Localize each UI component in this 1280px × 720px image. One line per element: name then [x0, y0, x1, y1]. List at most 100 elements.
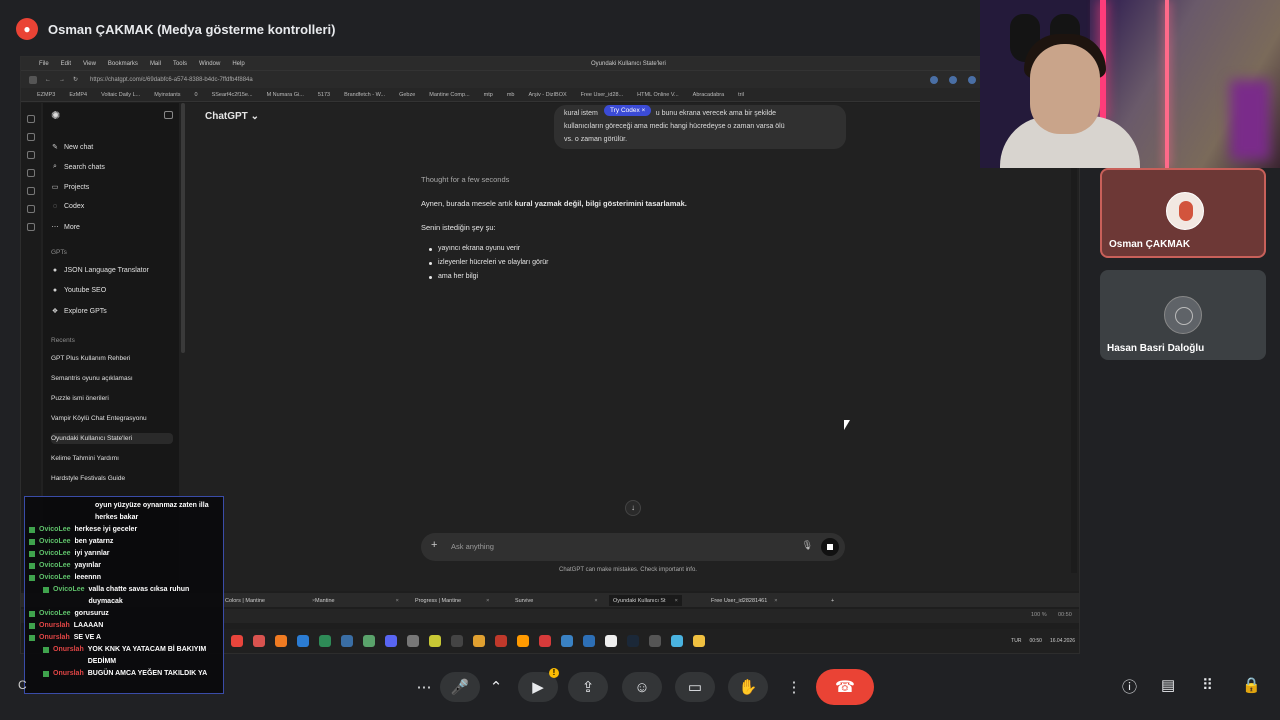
tab-label: Progress | Mantine: [415, 597, 462, 604]
chat-message-text: gorusuruz: [74, 610, 109, 617]
bookmark-item: mtp: [483, 91, 493, 98]
present-icon[interactable]: ⇪: [568, 672, 608, 702]
user-message-text: u bunu ekrana verecek ama bir şekilde: [655, 110, 777, 117]
more-horizontal-icon: ⋯: [51, 224, 59, 231]
bookmark-item: HTML Online V...: [637, 91, 679, 98]
tab-label: Mantine: [315, 597, 335, 604]
brave-icon: [275, 635, 287, 647]
browser-tab: Survive ×: [515, 595, 598, 606]
tray-lang: TUR: [1011, 638, 1022, 644]
chat-message-text: iyi yarınlar: [74, 550, 110, 557]
app-icon: [319, 635, 331, 647]
participant-tile-osman[interactable]: Osman ÇAKMAK: [1100, 168, 1266, 258]
menu-help: Help: [232, 60, 245, 67]
app-icon: [429, 635, 441, 647]
bookmark-item: Mantine Comp...: [429, 91, 470, 98]
chat-username: OvicoLee: [39, 538, 71, 545]
tab-label: Survive: [515, 597, 534, 604]
chat-message-text: ben yatarnz: [74, 538, 114, 545]
emoji-icon[interactable]: ☺: [622, 672, 662, 702]
chat-message-text: leeennn: [74, 574, 101, 581]
bookmarks-bar: EZMP3 EzMP4 Voltaic Daily L... Myinstant…: [21, 88, 1079, 102]
chat-username: Onurslah: [39, 622, 70, 629]
chat-icon[interactable]: ▤: [1161, 676, 1175, 694]
tab-label: Oyundaki Kullanıcı St: [613, 597, 666, 604]
lock-person-icon[interactable]: 🔒: [1242, 676, 1261, 694]
mic-icon[interactable]: 🎤: [440, 672, 480, 702]
user-badge-icon: [43, 647, 49, 653]
menu-file: File: [39, 60, 49, 67]
bookmark-item: Voltaic Daily L...: [101, 91, 141, 98]
webcam-feed: [980, 0, 1280, 168]
chat-message-text: oyun yüzyüze oynanmaz zaten illa herkes …: [95, 502, 209, 521]
bookmark-item: EZMP3: [37, 91, 56, 98]
gpt-label: JSON Language Translator: [64, 267, 149, 274]
meeting-controls: ⋯ 🎤 ⌃ ▶ ⇪ ☺ ▭ ✋ ⋮ ☎: [0, 660, 1280, 720]
end-call-icon[interactable]: ☎: [816, 669, 874, 705]
avatar: [1164, 296, 1202, 334]
back-icon: ←: [45, 76, 51, 83]
avatar: [1166, 192, 1204, 230]
sidebar-item-search-chats: ⌕ Search chats: [51, 163, 105, 171]
browser-tab: Mantine ×: [315, 595, 399, 606]
close-icon: ×: [486, 597, 490, 604]
rail-icon: [27, 169, 35, 177]
bookmark-item: Gebze: [399, 91, 416, 98]
chevron-up-icon[interactable]: ⌃: [486, 672, 506, 702]
browser-tab: Free User_id28281461 ×: [711, 595, 777, 606]
recent-chat-item: Semantris oyunu açıklaması: [51, 375, 133, 382]
app-icon: [407, 635, 419, 647]
stop-generating-icon: [821, 538, 839, 556]
steam-icon: [627, 635, 639, 647]
captions-icon[interactable]: ▭: [675, 672, 715, 702]
app-icon: [539, 635, 551, 647]
try-codex-pill: Try Codex ×: [604, 105, 652, 116]
url-text: https://chatgpt.com/c/69dabfc6-a574-8388…: [90, 76, 253, 83]
chat-message-text: herkese iyi geceler: [74, 526, 138, 533]
bookmark-item: Free User_id28...: [580, 91, 624, 98]
disclaimer-text: ChatGPT can make mistakes. Check importa…: [559, 567, 697, 573]
menu-mail: Mail: [149, 60, 161, 67]
bookmark-item: M Numara Gi...: [266, 91, 304, 98]
bookmark-item: Myinstants: [154, 91, 181, 98]
chat-scrollbar: [1071, 103, 1077, 573]
more-vert-icon[interactable]: ⋮: [776, 672, 812, 702]
explore-icon: ❖: [51, 308, 59, 315]
app-icon: [583, 635, 595, 647]
user-message: kural istem u bunu ekrana verecek ama bi…: [554, 105, 846, 149]
folder-icon: ▭: [51, 184, 59, 191]
app-icon: [561, 635, 573, 647]
close-icon: ×: [395, 597, 399, 604]
sidebar-item-label: Search chats: [64, 163, 105, 171]
rail-icon: [27, 223, 35, 231]
gpt-item: ❖ Explore GPTs: [51, 307, 107, 316]
app-icon: [253, 635, 265, 647]
menu-edit: Edit: [60, 60, 72, 67]
chat-username: OvicoLee: [39, 562, 71, 569]
chat-username: Onurslah: [39, 634, 70, 641]
new-tab-icon: +: [831, 597, 835, 604]
user-badge-icon: [29, 635, 35, 641]
recent-chat-item-active: Oyundaki Kullanıcı State'leri: [51, 433, 173, 444]
user-badge-icon: [29, 611, 35, 617]
mac-menubar: File Edit View Bookmarks Mail Tools Wind…: [21, 57, 1079, 70]
presenting-header: ● Osman ÇAKMAK (Medya gösterme kontrolle…: [16, 14, 336, 44]
codex-icon: ◌: [52, 203, 58, 210]
zoom-level: 100 %: [1031, 612, 1047, 618]
raise-hand-icon[interactable]: ✋: [728, 672, 768, 702]
more-options-icon[interactable]: ⋯: [404, 672, 444, 702]
participant-tile-hasan[interactable]: Hasan Basri Daloğlu: [1100, 270, 1266, 360]
sidebar-item-label: Codex: [64, 203, 85, 210]
bookmark-item: Arşiv - DizIBOX: [528, 91, 567, 98]
reload-icon: ↻: [73, 77, 79, 83]
apps-icon[interactable]: ⠿: [1202, 676, 1213, 694]
user-badge-icon: [29, 575, 35, 581]
bookmark-item: EzMP4: [69, 91, 88, 98]
chat-username: OvicoLee: [39, 526, 71, 533]
chat-message: OvicoLee valla chatte savas cıksa ruhun d…: [29, 584, 219, 608]
rail-icon: [27, 205, 35, 213]
info-icon[interactable]: ⓘ: [1122, 676, 1137, 697]
answer-text: Aynen, burada mesele artık: [421, 199, 515, 208]
answer-bullet: ama her bilgi: [429, 273, 478, 280]
folder-icon: [693, 635, 705, 647]
